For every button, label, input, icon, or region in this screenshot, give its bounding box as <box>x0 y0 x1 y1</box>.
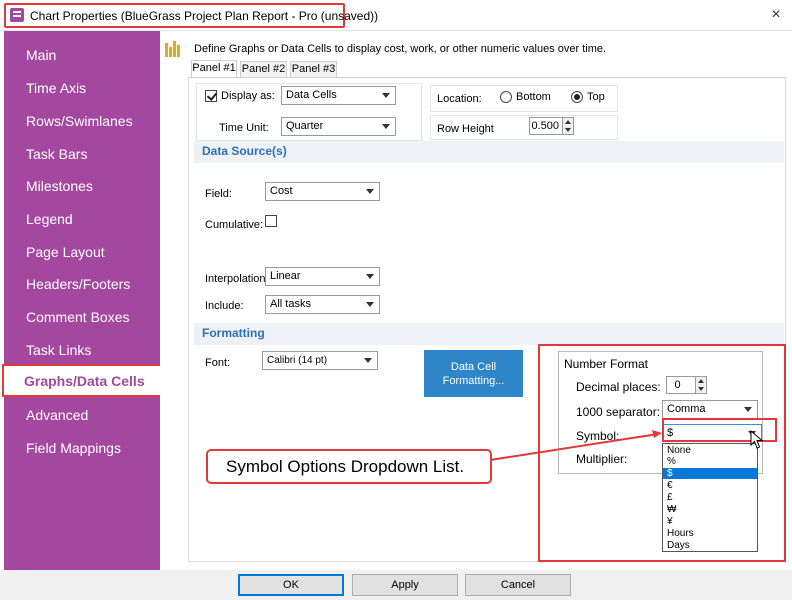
time-unit-label: Time Unit: <box>219 122 269 134</box>
symbol-option-percent[interactable]: % <box>663 456 757 467</box>
data-source-header: Data Source(s) <box>194 141 784 163</box>
symbol-option-won[interactable]: ₩ <box>663 504 757 515</box>
field-label: Field: <box>205 188 232 200</box>
symbol-options-list: None % $ € £ ₩ ¥ Hours Days <box>662 443 758 552</box>
symbol-option-pound[interactable]: £ <box>663 492 757 503</box>
location-top-radio[interactable] <box>571 91 583 103</box>
formatting-header: Formatting <box>194 323 784 345</box>
number-format-title: Number Format <box>564 357 649 371</box>
decimal-places-label: Decimal places: <box>576 380 661 394</box>
location-bottom-label: Bottom <box>516 91 551 103</box>
bar-chart-icon <box>165 41 183 57</box>
sidebar-item-rows-swimlanes[interactable]: Rows/Swimlanes <box>26 113 133 129</box>
sidebar-item-task-links[interactable]: Task Links <box>26 342 91 358</box>
row-height-value: 0.500 <box>531 120 559 132</box>
location-label: Location: <box>437 93 482 105</box>
sidebar-item-time-axis[interactable]: Time Axis <box>26 80 86 96</box>
sidebar-item-graphs-data-cells[interactable]: Graphs/Data Cells <box>2 364 166 397</box>
include-value: All tasks <box>270 298 311 310</box>
chevron-down-icon <box>382 124 390 129</box>
formatting-title: Formatting <box>202 326 265 340</box>
symbol-option-none[interactable]: None <box>663 445 757 456</box>
chevron-down-icon <box>366 189 374 194</box>
separator-label: 1000 separator: <box>576 405 661 419</box>
interpolation-label: Interpolation: <box>205 273 269 285</box>
time-unit-value: Quarter <box>286 120 324 132</box>
separator-value: Comma <box>667 403 706 415</box>
sidebar-item-main[interactable]: Main <box>26 47 56 63</box>
ok-button[interactable]: OK <box>238 574 344 596</box>
spinner-arrows-icon[interactable] <box>695 377 706 393</box>
symbol-option-hours[interactable]: Hours <box>663 528 757 539</box>
sidebar-item-task-bars[interactable]: Task Bars <box>26 146 87 162</box>
apply-button[interactable]: Apply <box>352 574 458 596</box>
cancel-button[interactable]: Cancel <box>465 574 571 596</box>
symbol-option-euro[interactable]: € <box>663 480 757 491</box>
symbol-option-dollar[interactable]: $ <box>663 468 757 479</box>
include-dropdown[interactable]: All tasks <box>265 295 380 314</box>
sidebar-item-milestones[interactable]: Milestones <box>26 178 93 194</box>
spinner-arrows-icon[interactable] <box>562 118 573 134</box>
symbol-option-days[interactable]: Days <box>663 540 757 551</box>
sidebar-item-legend[interactable]: Legend <box>26 211 73 227</box>
chevron-down-icon <box>382 93 390 98</box>
display-as-label: Display as: <box>221 90 275 102</box>
chevron-down-icon <box>366 274 374 279</box>
window-title: Chart Properties (BlueGrass Project Plan… <box>30 9 379 23</box>
symbol-option-yen[interactable]: ¥ <box>663 516 757 527</box>
tab-panel-1[interactable]: Panel #1 <box>191 60 237 77</box>
sidebar-item-comment-boxes[interactable]: Comment Boxes <box>26 309 129 325</box>
chevron-down-icon <box>366 302 374 307</box>
row-height-label: Row Height <box>437 123 494 135</box>
row-height-spinner[interactable]: 0.500 <box>529 117 574 135</box>
close-icon[interactable]: × <box>766 6 786 24</box>
tab-panel-2[interactable]: Panel #2 <box>240 61 287 77</box>
display-as-value: Data Cells <box>286 89 337 101</box>
tab-panel-3[interactable]: Panel #3 <box>290 61 337 77</box>
font-label: Font: <box>205 357 231 369</box>
location-bottom-radio[interactable] <box>500 91 512 103</box>
interpolation-dropdown[interactable]: Linear <box>265 267 380 286</box>
page-description: Define Graphs or Data Cells to display c… <box>194 43 607 55</box>
field-value: Cost <box>270 185 293 197</box>
cumulative-label: Cumulative: <box>205 219 264 231</box>
location-top-label: Top <box>587 91 605 103</box>
sidebar-item-page-layout[interactable]: Page Layout <box>26 244 105 260</box>
font-value: Calibri (14 pt) <box>267 355 328 366</box>
callout-arrow <box>489 430 662 461</box>
font-dropdown[interactable]: Calibri (14 pt) <box>262 351 378 370</box>
decimal-places-value: 0 <box>674 379 681 391</box>
include-label: Include: <box>205 300 244 312</box>
app-icon <box>10 8 24 22</box>
separator-dropdown[interactable]: Comma <box>662 400 758 419</box>
mouse-cursor-icon <box>750 430 764 449</box>
decimal-places-spinner[interactable]: 0 <box>666 376 707 394</box>
data-cell-formatting-button[interactable]: Data Cell Formatting... <box>424 350 523 397</box>
chevron-down-icon <box>364 358 372 363</box>
data-source-title: Data Source(s) <box>202 144 287 158</box>
sidebar: Main Time Axis Rows/Swimlanes Task Bars … <box>4 31 160 570</box>
cumulative-checkbox[interactable] <box>265 215 277 227</box>
display-as-checkbox[interactable] <box>205 90 217 102</box>
sidebar-item-label: Graphs/Data Cells <box>24 373 145 389</box>
sidebar-item-field-mappings[interactable]: Field Mappings <box>26 440 121 456</box>
display-as-dropdown[interactable]: Data Cells <box>281 86 396 105</box>
sidebar-item-headers-footers[interactable]: Headers/Footers <box>26 276 130 292</box>
interpolation-value: Linear <box>270 270 301 282</box>
sidebar-item-advanced[interactable]: Advanced <box>26 407 88 423</box>
time-unit-dropdown[interactable]: Quarter <box>281 117 396 136</box>
chevron-down-icon <box>744 407 752 412</box>
callout-label: Symbol Options Dropdown List. <box>206 449 492 484</box>
field-dropdown[interactable]: Cost <box>265 182 380 201</box>
